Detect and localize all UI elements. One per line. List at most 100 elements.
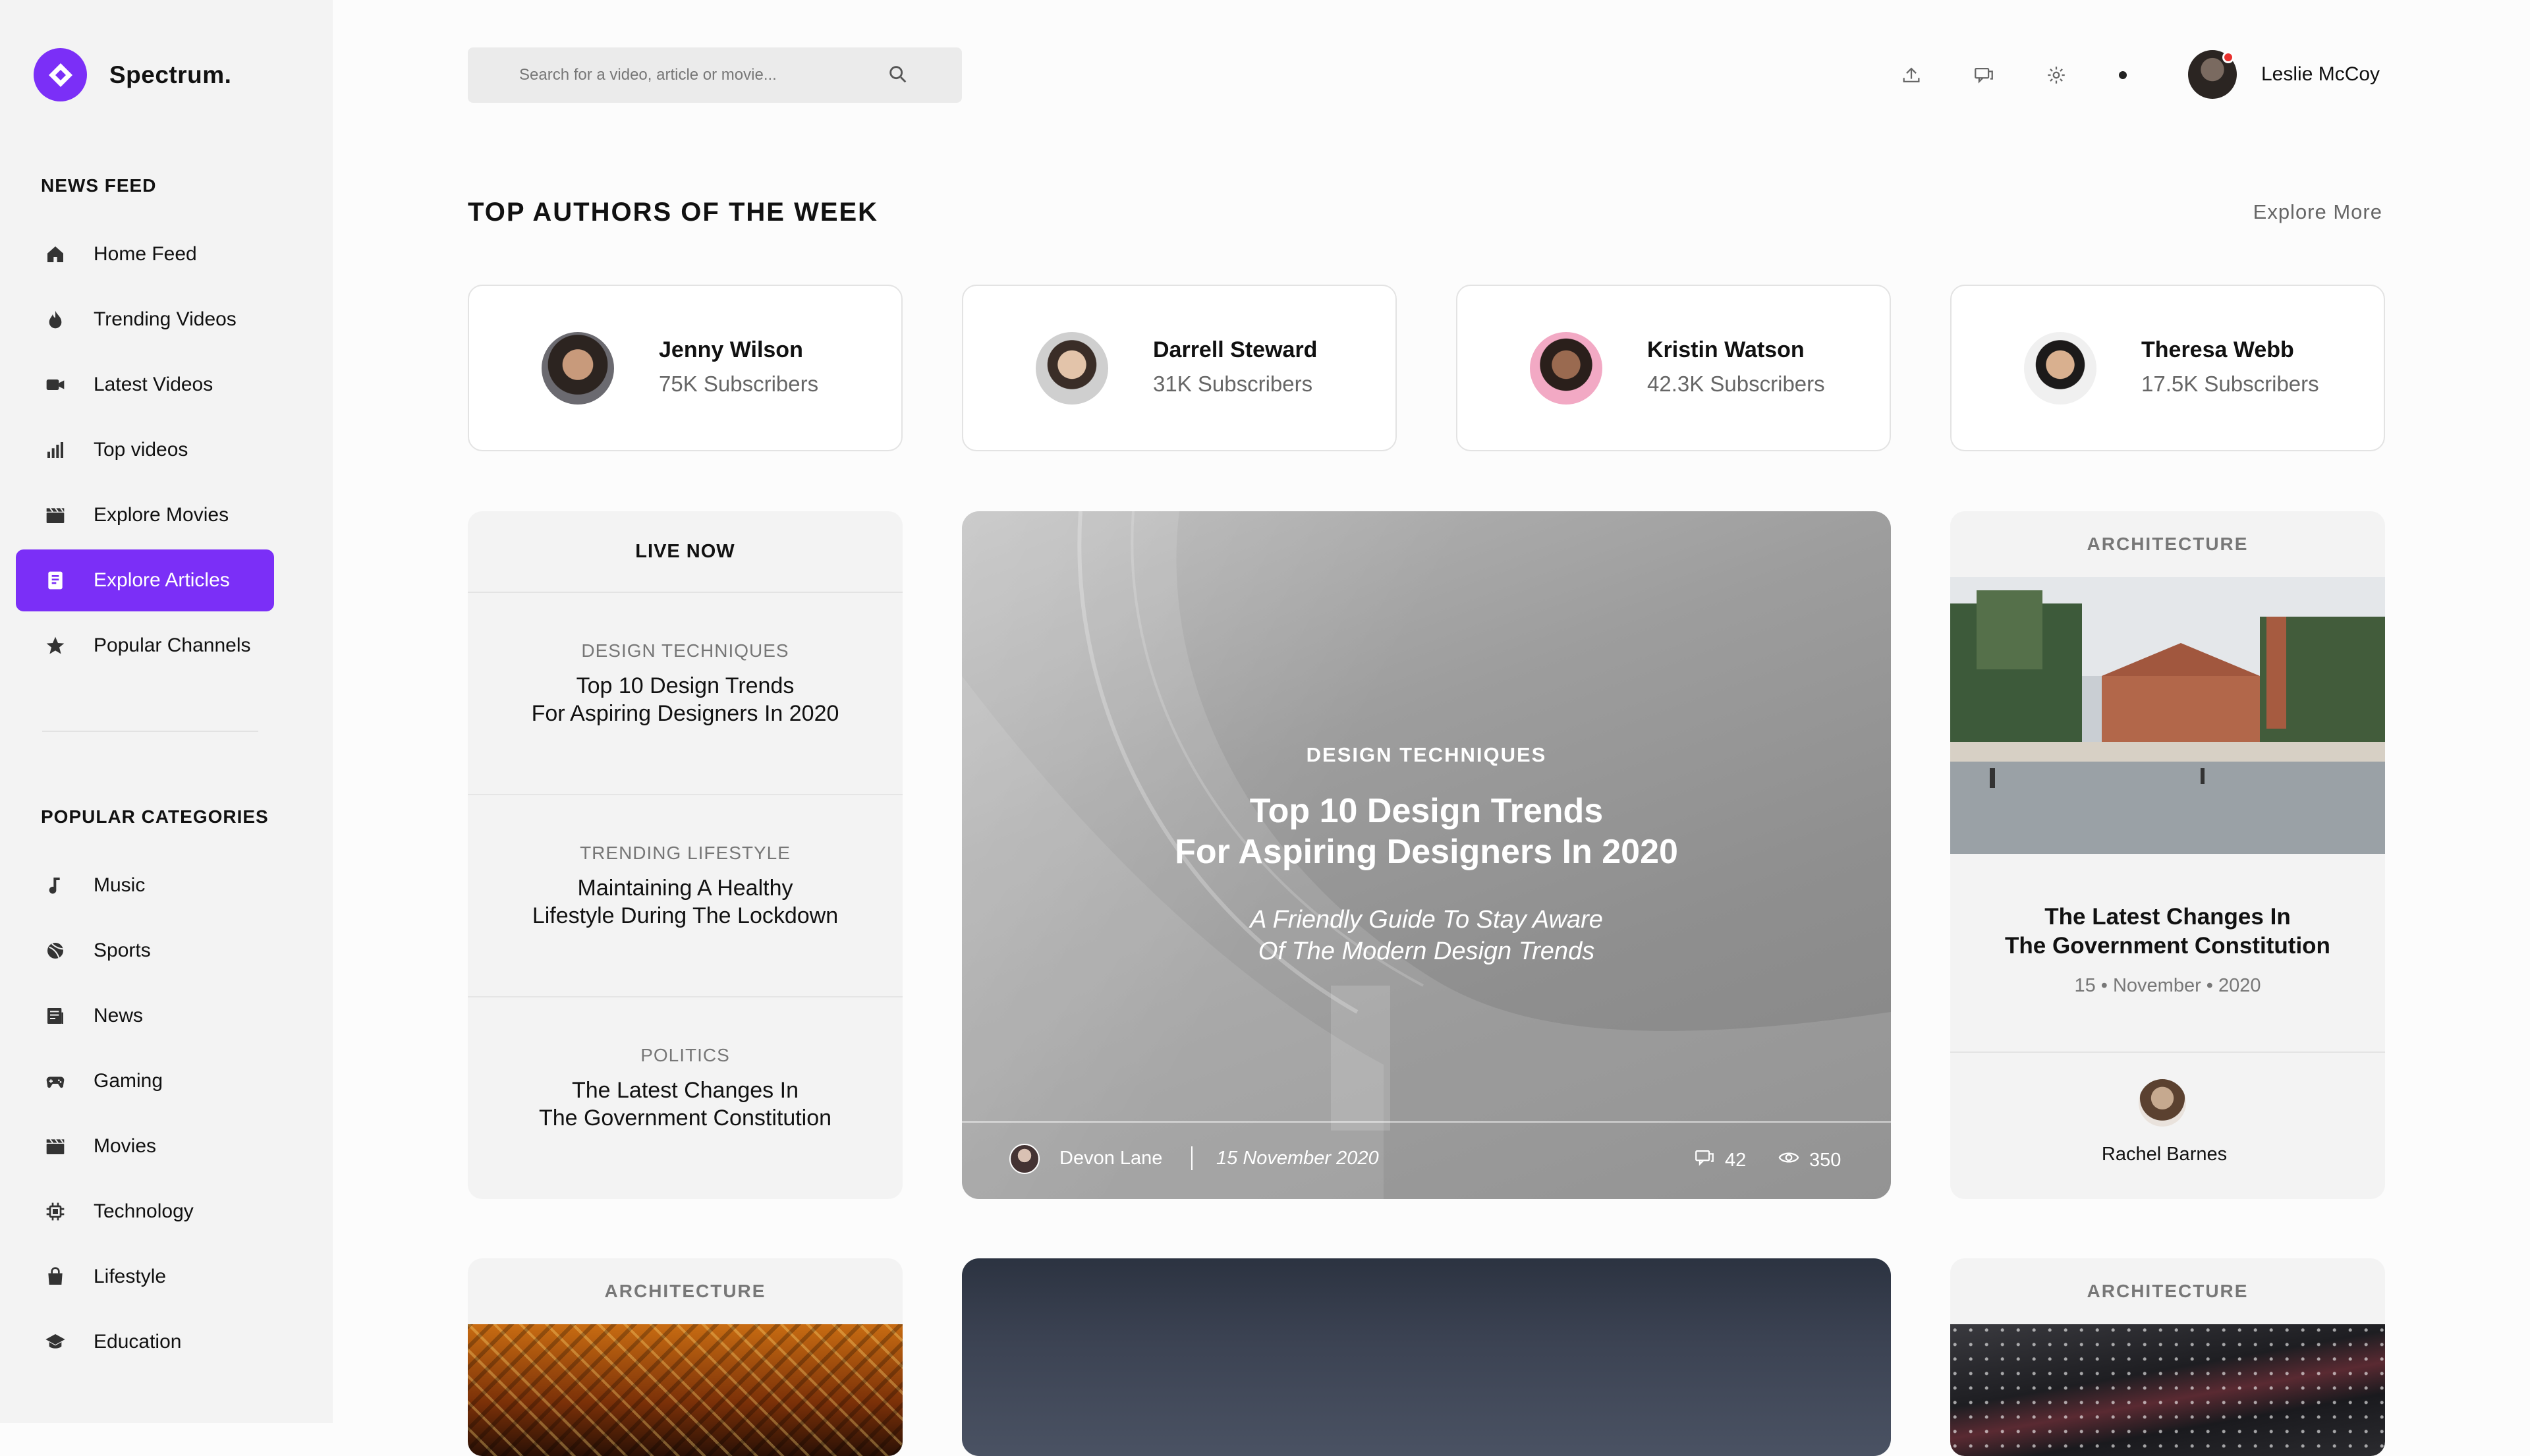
logo-icon [34, 48, 87, 101]
nav-item-home-feed[interactable]: Home Feed [16, 223, 274, 285]
category-music[interactable]: Music [16, 854, 274, 916]
featured-category: DESIGN TECHNIQUES [1306, 743, 1547, 766]
article-card[interactable]: ARCHITECTURE The Latest Changes In The G… [1950, 511, 2385, 1199]
user-name[interactable]: Leslie McCoy [2261, 63, 2380, 86]
nav-label: Latest Videos [94, 374, 213, 395]
article-card[interactable]: ARCHITECTURE [468, 1258, 903, 1456]
author-avatar [1036, 332, 1108, 405]
popular-categories-label: POPULAR CATEGORIES [41, 806, 269, 827]
nav-label: Popular Channels [94, 634, 251, 656]
author-card[interactable]: Darrell Steward 31K Subscribers [962, 285, 1397, 451]
article-divider [1950, 1051, 2385, 1053]
category-label: Music [94, 874, 146, 896]
live-item-title-line: Lifestyle During The Lockdown [532, 903, 839, 928]
clapperboard-icon [43, 503, 67, 527]
featured-author[interactable]: Devon Lane [1059, 1148, 1162, 1169]
featured-subtitle-line: Of The Modern Design Trends [1258, 938, 1595, 965]
live-item-title: Maintaining A Healthy Lifestyle During T… [468, 874, 903, 930]
music-note-icon [43, 874, 67, 897]
article-title-line: The Government Constitution [2005, 933, 2330, 959]
logo[interactable]: Spectrum. [34, 48, 231, 101]
views-stat: 350 [1778, 1146, 1841, 1174]
live-item[interactable]: TRENDING LIFESTYLE Maintaining A Healthy… [468, 795, 903, 997]
nav-label: Explore Articles [94, 569, 230, 591]
comments-stat[interactable]: 42 [1693, 1146, 1746, 1174]
app-name: Spectrum. [109, 61, 232, 88]
nav-label: Top videos [94, 439, 188, 461]
category-label: Technology [94, 1200, 194, 1222]
nav-item-popular-channels[interactable]: Popular Channels [16, 615, 274, 677]
home-icon [43, 242, 67, 266]
article-image [1950, 577, 2385, 854]
star-icon [43, 634, 67, 658]
featured-date: 15 November 2020 [1216, 1148, 1379, 1169]
upload-icon[interactable] [1898, 62, 1925, 88]
author-subscribers: 31K Subscribers [1153, 372, 1313, 396]
featured-title-line: Top 10 Design Trends [1249, 792, 1604, 830]
article-author[interactable]: Rachel Barnes [1950, 1144, 2378, 1165]
live-item[interactable]: POLITICS The Latest Changes In The Gover… [468, 997, 903, 1199]
chip-icon [43, 1200, 67, 1223]
category-education[interactable]: Education [16, 1311, 274, 1373]
featured-title-line: For Aspiring Designers In 2020 [1175, 833, 1678, 871]
live-item-title: The Latest Changes In The Government Con… [468, 1077, 903, 1132]
nav-label: Home Feed [94, 243, 197, 265]
live-item-category: TRENDING LIFESTYLE [580, 843, 791, 863]
bar-chart-icon [43, 438, 67, 462]
author-subscribers: 42.3K Subscribers [1647, 372, 1825, 396]
author-subscribers: 17.5K Subscribers [2141, 372, 2319, 396]
notification-badge [2222, 51, 2234, 63]
author-card[interactable]: Kristin Watson 42.3K Subscribers [1456, 285, 1891, 451]
category-label: Lifestyle [94, 1266, 167, 1287]
category-label: News [94, 1005, 144, 1026]
section-title: TOP AUTHORS OF THE WEEK [468, 198, 879, 227]
search-icon[interactable] [887, 63, 909, 90]
explore-more-link[interactable]: Explore More [2253, 200, 2382, 224]
live-item-title-line: Top 10 Design Trends [576, 673, 795, 698]
author-avatar [542, 332, 614, 405]
category-sports[interactable]: Sports [16, 920, 274, 982]
live-item[interactable]: DESIGN TECHNIQUES Top 10 Design Trends F… [468, 593, 903, 795]
dot-icon[interactable] [2119, 71, 2127, 79]
categories-nav: Music Sports News Gaming Movies Technolo… [16, 854, 274, 1376]
nav-item-explore-articles[interactable]: Explore Articles [16, 549, 274, 611]
article-date: 15 • November • 2020 [2074, 975, 2261, 996]
nav-item-explore-movies[interactable]: Explore Movies [16, 484, 274, 546]
live-item-title-line: For Aspiring Designers In 2020 [531, 701, 839, 726]
document-icon [43, 569, 67, 592]
featured-divider [962, 1121, 1891, 1123]
category-news[interactable]: News [16, 985, 274, 1047]
category-lifestyle[interactable]: Lifestyle [16, 1246, 274, 1308]
ball-icon [43, 939, 67, 963]
nav-item-top-videos[interactable]: Top videos [16, 419, 274, 481]
featured-author-avatar [1009, 1144, 1040, 1174]
nav-item-trending-videos[interactable]: Trending Videos [16, 289, 274, 350]
nav-item-latest-videos[interactable]: Latest Videos [16, 354, 274, 416]
gamepad-icon [43, 1069, 67, 1093]
search-input[interactable]: Search for a video, article or movie... [468, 47, 962, 103]
featured-subtitle-line: A Friendly Guide To Stay Aware [1250, 906, 1603, 934]
chat-icon[interactable] [1971, 62, 1997, 88]
category-label: Movies [94, 1135, 157, 1157]
category-technology[interactable]: Technology [16, 1181, 274, 1243]
featured-article[interactable]: DESIGN TECHNIQUES Top 10 Design Trends F… [962, 511, 1891, 1199]
author-card[interactable]: Jenny Wilson 75K Subscribers [468, 285, 903, 451]
category-gaming[interactable]: Gaming [16, 1050, 274, 1112]
featured-separator [1191, 1146, 1193, 1170]
category-label: Education [94, 1331, 182, 1353]
author-card[interactable]: Theresa Webb 17.5K Subscribers [1950, 285, 2385, 451]
clapperboard-icon [43, 1134, 67, 1158]
newspaper-icon [43, 1004, 67, 1028]
category-movies[interactable]: Movies [16, 1115, 274, 1177]
live-item-title-line: The Government Constitution [538, 1106, 832, 1131]
gear-icon[interactable] [2043, 62, 2069, 88]
article-card[interactable]: ARCHITECTURE [1950, 1258, 2385, 1456]
views-count: 350 [1809, 1149, 1841, 1171]
category-label: Gaming [94, 1070, 163, 1092]
article-title: The Latest Changes In The Government Con… [1950, 903, 2385, 961]
featured-article-image[interactable] [962, 1258, 1891, 1456]
category-label: Sports [94, 939, 151, 961]
comments-count: 42 [1725, 1149, 1747, 1171]
live-item-category: POLITICS [640, 1045, 730, 1065]
search-placeholder: Search for a video, article or movie... [519, 66, 777, 84]
